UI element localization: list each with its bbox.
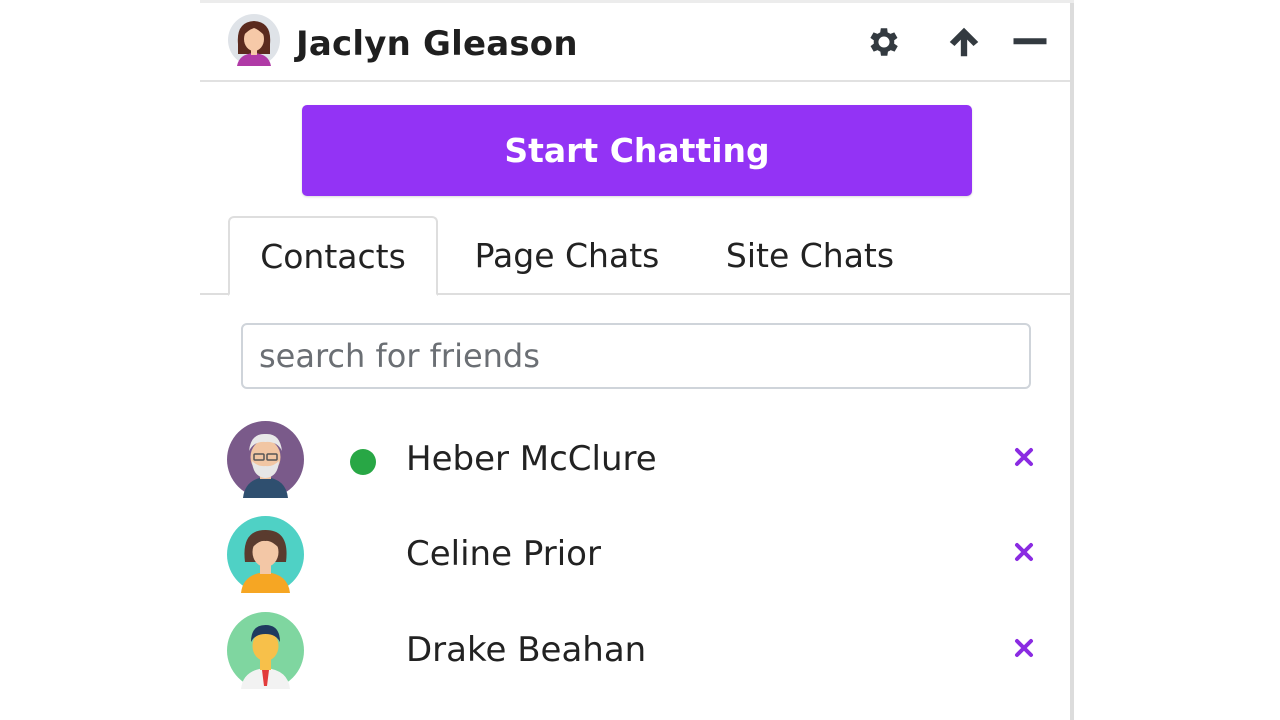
tab-contacts[interactable]: Contacts xyxy=(228,216,438,296)
pop-out-button[interactable] xyxy=(942,20,986,64)
contact-row[interactable]: Drake Beahan xyxy=(200,608,1070,698)
arrow-up-icon xyxy=(949,27,979,57)
man-avatar xyxy=(227,612,304,689)
remove-contact-button[interactable] xyxy=(1010,634,1038,662)
woman-avatar xyxy=(227,516,304,593)
contact-row[interactable]: Heber McClure xyxy=(200,417,1070,507)
contact-name: Celine Prior xyxy=(406,534,601,574)
contact-row[interactable]: Celine Prior xyxy=(200,512,1070,602)
contact-name: Heber McClure xyxy=(406,439,657,479)
search-input[interactable] xyxy=(241,323,1031,389)
user-avatar[interactable] xyxy=(228,14,280,66)
remove-contact-button[interactable] xyxy=(1010,538,1038,566)
start-chatting-button[interactable]: Start Chatting xyxy=(302,105,972,196)
remove-contact-button[interactable] xyxy=(1010,443,1038,471)
user-name: Jaclyn Gleason xyxy=(296,24,578,64)
online-indicator xyxy=(350,449,376,475)
close-icon xyxy=(1015,639,1033,657)
close-icon xyxy=(1015,448,1033,466)
contact-name: Drake Beahan xyxy=(406,630,647,670)
tab-site-chats[interactable]: Site Chats xyxy=(708,216,912,294)
close-icon xyxy=(1015,543,1033,561)
panel-header: Jaclyn Gleason xyxy=(200,0,1070,82)
gear-icon xyxy=(870,28,898,56)
settings-button[interactable] xyxy=(862,20,906,64)
chat-panel: Jaclyn Gleason Start Chatting Contacts P… xyxy=(200,0,1074,720)
tab-page-chats[interactable]: Page Chats xyxy=(456,216,678,294)
elderly-man-avatar xyxy=(227,421,304,498)
minimize-button[interactable] xyxy=(1008,20,1052,64)
minimize-icon xyxy=(1013,38,1047,45)
